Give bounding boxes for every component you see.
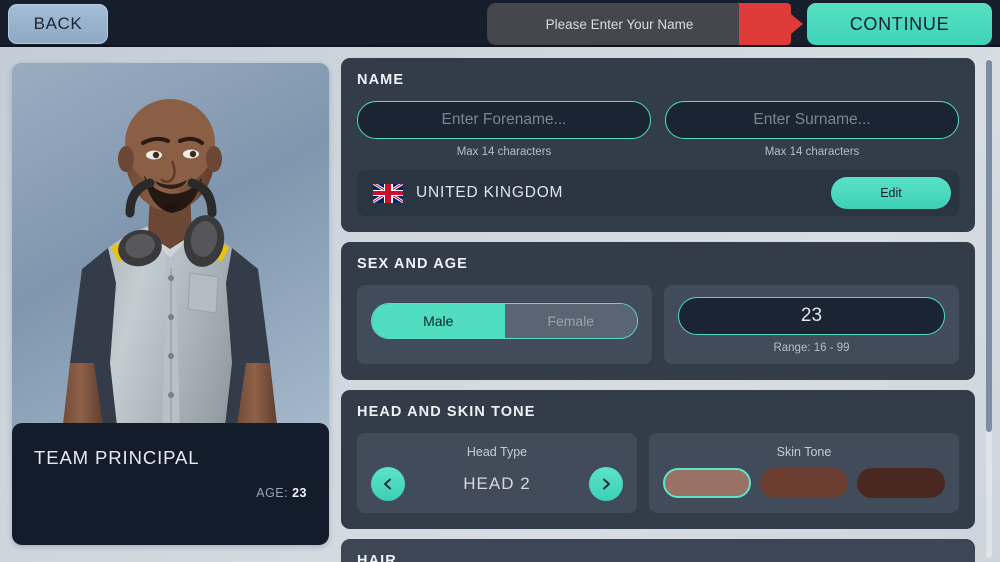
continue-button[interactable]: CONTINUE xyxy=(807,3,992,45)
name-prompt-banner: Please Enter Your Name xyxy=(487,3,752,45)
skin-tone-label: Skin Tone xyxy=(776,445,832,459)
edit-country-button[interactable]: Edit xyxy=(831,177,951,209)
skin-tone-swatch-2[interactable] xyxy=(760,468,848,498)
continue-button-label: CONTINUE xyxy=(849,13,950,34)
age-value: 23 xyxy=(800,305,823,326)
country-name-label: UNITED KINGDOM xyxy=(416,184,564,201)
uk-flag-icon xyxy=(373,183,403,203)
name-prompt-text: Please Enter Your Name xyxy=(545,16,694,32)
name-panel-title: NAME xyxy=(357,72,405,88)
sex-and-age-row: Male Female 23 Range: 16 - 99 xyxy=(357,285,959,364)
edit-country-label: Edit xyxy=(880,186,902,200)
character-age-label: AGE: 23 xyxy=(256,486,307,500)
sex-option-male[interactable]: Male xyxy=(372,304,505,338)
age-input-group: 23 Range: 16 - 99 xyxy=(664,285,959,364)
vertical-scrollbar-track[interactable] xyxy=(986,58,992,558)
hair-panel: HAIR xyxy=(341,539,975,562)
back-button-label: BACK xyxy=(33,14,83,33)
skin-tone-swatches xyxy=(663,468,945,498)
prompt-arrow-icon xyxy=(739,3,791,45)
character-preview-card: TEAM PRINCIPAL AGE: 23 xyxy=(12,63,329,545)
sex-selector-group: Male Female xyxy=(357,285,652,364)
forename-field-group: Enter Forename... Max 14 characters xyxy=(357,101,651,158)
sex-and-age-panel-title: SEX AND AGE xyxy=(357,256,468,272)
head-type-value: HEAD 2 xyxy=(463,474,531,493)
sex-and-age-panel: SEX AND AGE Male Female 23 Range: 16 - 9… xyxy=(341,242,975,380)
customization-panels: NAME Enter Forename... Max 14 characters… xyxy=(341,58,975,562)
name-input-row: Enter Forename... Max 14 characters Ente… xyxy=(357,101,959,158)
forename-input[interactable]: Enter Forename... xyxy=(357,101,651,139)
name-panel: NAME Enter Forename... Max 14 characters… xyxy=(341,58,975,232)
chevron-left-icon[interactable] xyxy=(371,467,405,501)
skin-tone-swatch-3[interactable] xyxy=(857,468,945,498)
character-creation-screen: BACK Please Enter Your Name CONTINUE TEA… xyxy=(0,0,1000,562)
sex-option-female[interactable]: Female xyxy=(504,304,637,338)
top-navigation-bar: BACK Please Enter Your Name CONTINUE xyxy=(0,0,1000,47)
surname-hint: Max 14 characters xyxy=(764,146,860,158)
chevron-right-icon[interactable] xyxy=(588,467,623,501)
surname-placeholder: Enter Surname... xyxy=(753,111,871,128)
head-and-skin-tone-panel: HEAD AND SKIN TONE Head Type HEAD 2 Skin… xyxy=(341,390,975,529)
sex-toggle[interactable]: Male Female xyxy=(371,303,638,339)
character-age-value: 23 xyxy=(292,486,307,500)
character-info-bar: TEAM PRINCIPAL AGE: 23 xyxy=(12,423,329,545)
forename-hint: Max 14 characters xyxy=(456,146,552,158)
skin-tone-swatch-1[interactable] xyxy=(663,468,751,498)
age-range-hint: Range: 16 - 99 xyxy=(773,342,850,354)
country-row: UNITED KINGDOM Edit xyxy=(357,170,959,216)
continue-prompt-group: Please Enter Your Name CONTINUE xyxy=(487,3,992,45)
head-type-stepper: HEAD 2 xyxy=(371,467,623,501)
skin-tone-group: Skin Tone xyxy=(649,433,959,513)
character-age-prefix: AGE: xyxy=(256,486,289,500)
forename-placeholder: Enter Forename... xyxy=(441,111,567,128)
head-and-skin-tone-panel-title: HEAD AND SKIN TONE xyxy=(357,404,536,420)
surname-field-group: Enter Surname... Max 14 characters xyxy=(665,101,959,158)
age-input[interactable]: 23 xyxy=(678,297,945,335)
head-type-label: Head Type xyxy=(466,445,528,459)
surname-input[interactable]: Enter Surname... xyxy=(665,101,959,139)
vertical-scrollbar-thumb[interactable] xyxy=(986,60,992,432)
head-type-group: Head Type HEAD 2 xyxy=(357,433,637,513)
back-button[interactable]: BACK xyxy=(8,4,108,44)
head-and-skin-row: Head Type HEAD 2 Skin Tone xyxy=(357,433,959,513)
character-role-label: TEAM PRINCIPAL xyxy=(34,447,200,468)
hair-panel-title: HAIR xyxy=(357,553,397,562)
